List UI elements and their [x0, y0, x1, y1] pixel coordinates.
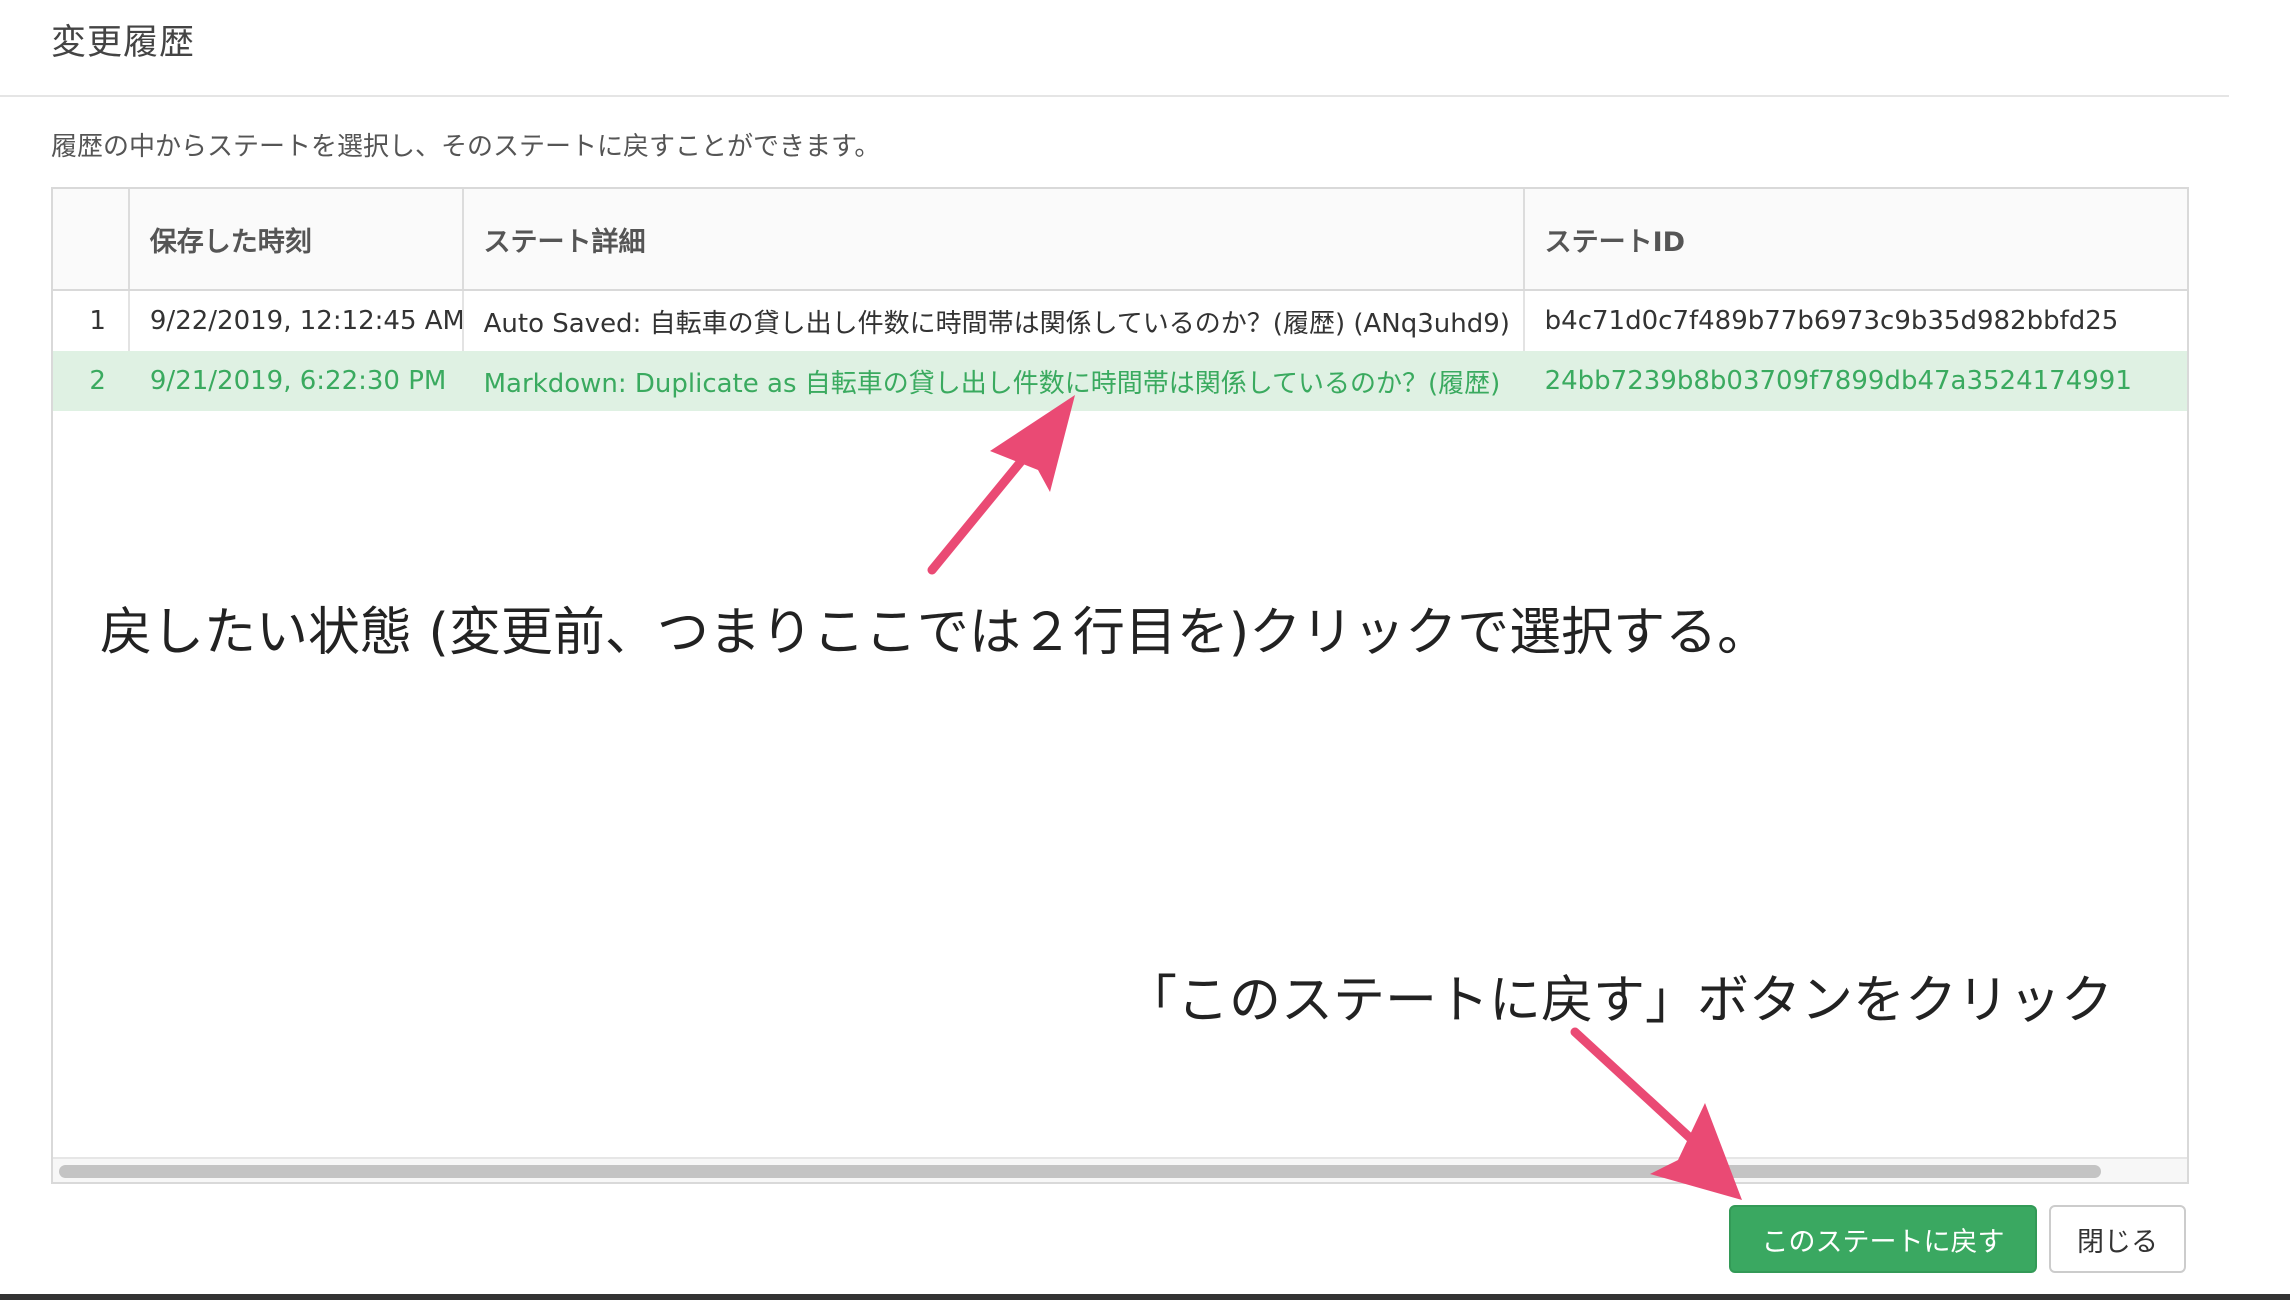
- row-number: 1: [53, 291, 130, 351]
- annotation-select-row: 戻したい状態 (変更前、つまりここでは２行目を)クリックで選択する。: [100, 603, 1770, 663]
- table-row-selected[interactable]: 2 9/21/2019, 6:22:30 PM Markdown: Duplic…: [53, 351, 2187, 411]
- state-id-cell: b4c71d0c7f489b77b6973c9b35d982bbfd25: [1544, 306, 2119, 336]
- state-detail-cell: Auto Saved: 自転車の貸し出し件数に時間帯は関係しているのか？(履歴)…: [464, 291, 1525, 351]
- state-id-cell: 24bb7239b8b03709f7899db47a3524174991: [1544, 366, 2132, 396]
- column-header-state-id[interactable]: ステートID: [1525, 189, 2187, 289]
- column-header-state-detail[interactable]: ステート詳細: [464, 189, 1525, 289]
- close-button[interactable]: 閉じる: [2049, 1205, 2186, 1273]
- modal-footer: このステートに戻す 閉じる: [1729, 1205, 2186, 1273]
- table-row[interactable]: 1 9/22/2019, 12:12:45 AM Auto Saved: 自転車…: [53, 291, 2187, 351]
- column-header-row-number[interactable]: [53, 189, 130, 289]
- bottom-border: [0, 1294, 2290, 1300]
- table-header: 保存した時刻 ステート詳細 ステートID: [53, 189, 2187, 291]
- history-table: 保存した時刻 ステート詳細 ステートID 1 9/22/2019, 12:12:…: [51, 187, 2189, 1184]
- revert-to-state-button[interactable]: このステートに戻す: [1729, 1205, 2037, 1273]
- history-dialog: 変更履歴 履歴の中からステートを選択し、そのステートに戻すことができます。 保存…: [0, 0, 2290, 1300]
- scrollbar-thumb[interactable]: [59, 1165, 2101, 1178]
- modal-header: 変更履歴: [0, 0, 2229, 97]
- column-header-saved-time[interactable]: 保存した時刻: [130, 189, 464, 289]
- saved-time-cell: 9/21/2019, 6:22:30 PM: [149, 366, 447, 396]
- modal-description: 履歴の中からステートを選択し、そのステートに戻すことができます。: [51, 132, 881, 162]
- saved-time-cell: 9/22/2019, 12:12:45 AM: [130, 291, 464, 351]
- annotation-click-revert: 「このステートに戻す」ボタンをクリック: [1125, 971, 2114, 1031]
- horizontal-scrollbar[interactable]: [53, 1157, 2187, 1182]
- state-detail-cell: Markdown: Duplicate as 自転車の貸し出し件数に時間帯は関係…: [483, 368, 1501, 399]
- row-number: 2: [89, 366, 106, 396]
- table-body: 1 9/22/2019, 12:12:45 AM Auto Saved: 自転車…: [53, 291, 2187, 411]
- modal-title: 変更履歴: [51, 23, 196, 63]
